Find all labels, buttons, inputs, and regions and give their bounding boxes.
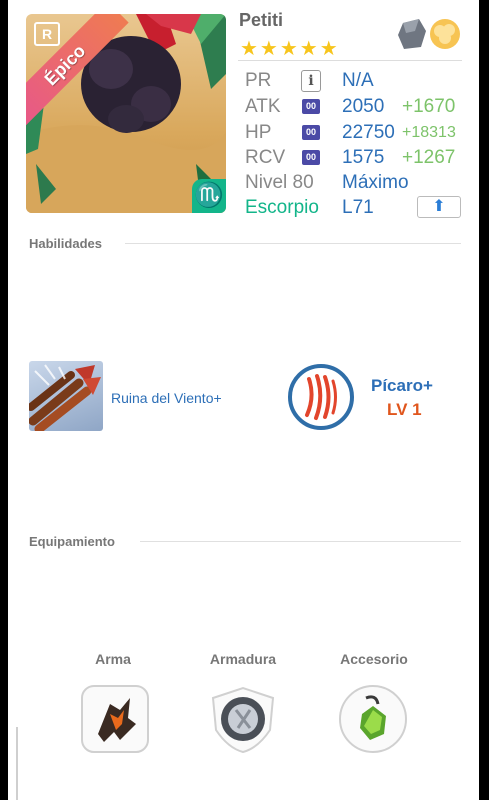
section-title-skills: Habilidades <box>29 236 102 251</box>
armor-slot-icon[interactable] <box>208 684 278 754</box>
zodiac-sign-icon: ♏ <box>192 179 226 213</box>
stat-row-level: Nivel 80 Máximo <box>245 170 465 196</box>
stat-row-rcv: RCV 00 1575 +1267 <box>245 145 465 171</box>
equip-label-armor: Armadura <box>209 651 277 667</box>
rarity-r-icon: R <box>34 22 60 46</box>
stat-label: RCV <box>245 147 286 168</box>
plus-level-badge: 00 <box>302 99 320 114</box>
leader-skill-name[interactable]: Pícaro+ <box>371 376 433 396</box>
section-divider <box>125 243 461 244</box>
sign-label: Escorpio <box>245 197 319 218</box>
accessory-slot-icon[interactable] <box>338 684 408 754</box>
star-rating: ★★★★★ <box>240 38 340 60</box>
equip-label-accessory: Accesorio <box>340 651 408 667</box>
info-icon[interactable]: i <box>301 70 321 92</box>
section-divider <box>140 541 461 542</box>
weapon-slot-icon[interactable] <box>80 684 150 754</box>
header-divider <box>238 60 462 61</box>
stat-row-pr: PR i N/A <box>245 68 465 94</box>
wind-arrows-icon <box>29 364 101 431</box>
level-label: Nivel 80 <box>245 172 314 193</box>
equip-label-weapon: Arma <box>95 651 131 667</box>
scroll-indicator[interactable] <box>16 727 18 800</box>
stone-element-icon <box>398 19 426 49</box>
active-skill-icon[interactable] <box>29 361 103 431</box>
stat-bonus: +18313 <box>402 124 456 141</box>
stat-bonus: +1670 <box>402 96 456 117</box>
stat-label: ATK <box>245 96 281 117</box>
level-value: Máximo <box>342 172 409 193</box>
cloud-element-icon <box>430 19 460 49</box>
stat-bonus: +1267 <box>402 147 456 168</box>
stat-value: 22750 <box>342 122 395 143</box>
stat-value: N/A <box>342 70 374 91</box>
leader-skill-level: LV 1 <box>387 400 422 419</box>
upgrade-arrow-button[interactable]: ⬆ <box>417 196 461 218</box>
plus-level-badge: 00 <box>302 125 320 140</box>
claw-leader-skill-icon[interactable] <box>287 363 355 431</box>
plus-level-badge: 00 <box>302 150 320 165</box>
monster-portrait[interactable]: Épico R ♏ <box>26 14 226 213</box>
stat-label: PR <box>245 70 272 91</box>
stat-value: 1575 <box>342 147 385 168</box>
stat-row-hp: HP 00 22750 +18313 <box>245 120 465 146</box>
active-skill-name[interactable]: Ruina del Viento+ <box>111 390 222 406</box>
stat-row-atk: ATK 00 2050 +1670 <box>245 94 465 120</box>
stat-value: 2050 <box>342 96 385 117</box>
section-title-equipment: Equipamiento <box>29 534 115 549</box>
monster-name: Petiti <box>239 10 284 30</box>
stat-label: HP <box>245 122 272 143</box>
sign-level: L71 <box>342 197 374 218</box>
